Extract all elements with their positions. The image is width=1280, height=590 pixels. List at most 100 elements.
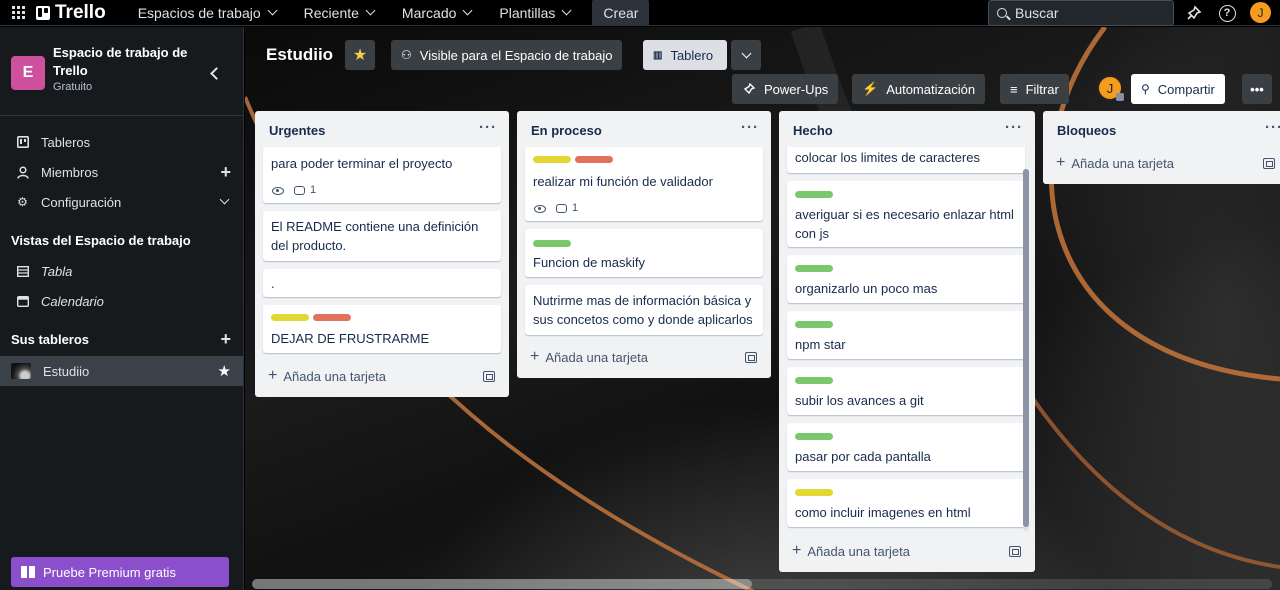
add-board-icon[interactable]: + — [220, 330, 231, 348]
workspace-badge[interactable]: E — [11, 56, 45, 90]
rocket-icon — [743, 82, 756, 95]
list-menu-icon[interactable]: ··· — [741, 119, 759, 136]
chevron-down-icon[interactable] — [219, 194, 230, 205]
board-horizontal-scrollbar[interactable] — [252, 579, 1272, 589]
nav-label: Marcado — [401, 4, 457, 21]
chevron-down-icon — [561, 5, 572, 16]
card[interactable]: organizarlo un poco mas — [787, 255, 1025, 303]
card[interactable]: DEJAR DE FRUSTRARME — [263, 305, 501, 353]
scrollbar-thumb[interactable] — [1023, 169, 1029, 527]
card[interactable]: como incluir imagenes en html — [787, 479, 1025, 527]
sidebar-item-members[interactable]: Miembros + — [0, 157, 243, 187]
card-title: como incluir imagenes en html — [795, 505, 971, 520]
card[interactable]: . — [263, 269, 501, 297]
board-view-tab[interactable]: ▥ Tablero — [643, 40, 727, 70]
sidebar-item-table[interactable]: Tabla — [0, 256, 243, 286]
sidebar-board-estudiio[interactable]: Estudiio ★ — [0, 356, 243, 386]
search-icon — [997, 8, 1007, 18]
power-ups-button[interactable]: Power-Ups — [732, 74, 839, 104]
workspace-plan: Gratuito — [53, 81, 93, 93]
premium-trial-button[interactable]: Pruebe Premium gratis — [11, 557, 229, 587]
workspace-name[interactable]: Espacio de trabajo de Trello — [53, 44, 193, 80]
add-card-label: Añada una tarjeta — [545, 349, 648, 365]
card-title: realizar mi función de validador — [533, 174, 713, 189]
user-avatar[interactable]: J — [1250, 2, 1271, 23]
card[interactable]: averiguar si es necesario enlazar html c… — [787, 181, 1025, 247]
help-icon[interactable]: ? — [1217, 3, 1237, 23]
label-green[interactable] — [795, 321, 833, 328]
card[interactable]: subir los avances a git — [787, 367, 1025, 415]
add-card-button[interactable]: + Añada una tarjeta — [792, 542, 910, 560]
star-board-button[interactable]: ★ — [345, 40, 375, 70]
add-card-button[interactable]: + Añada una tarjeta — [1056, 154, 1174, 172]
card[interactable]: Funcion de maskify — [525, 229, 763, 277]
scrollbar-thumb[interactable] — [252, 579, 752, 589]
trello-logo-icon — [36, 5, 50, 20]
add-card-button[interactable]: + Añada una tarjeta — [530, 348, 648, 366]
automation-button[interactable]: ⚡ Automatización — [852, 74, 986, 104]
label-red[interactable] — [575, 156, 613, 163]
list-menu-icon[interactable]: ··· — [1005, 119, 1023, 136]
share-button[interactable]: ⚲ Compartir — [1131, 74, 1225, 104]
board-icon — [16, 136, 29, 149]
label-yellow[interactable] — [795, 489, 833, 496]
card-title: . — [271, 276, 275, 291]
list-title[interactable]: Hecho — [793, 123, 833, 138]
sidebar-item-label: Calendario — [41, 293, 104, 309]
list-title[interactable]: En proceso — [531, 123, 602, 138]
person-icon — [16, 165, 29, 179]
sidebar-item-label: Estudiio — [43, 363, 90, 379]
card[interactable]: colocar los limites de caracteres — [787, 147, 1025, 173]
sidebar-item-calendar[interactable]: Calendario — [0, 286, 243, 316]
list-menu-icon[interactable]: ··· — [1265, 119, 1280, 136]
sidebar-item-label: Configuración — [41, 194, 122, 210]
board-member-avatar[interactable]: J — [1097, 75, 1124, 101]
card[interactable]: npm star — [787, 311, 1025, 359]
list-cards-scroll[interactable]: colocar los limites de caracteres averig… — [779, 147, 1035, 537]
views-dropdown-button[interactable] — [731, 40, 761, 70]
label-green[interactable] — [795, 433, 833, 440]
card-template-icon[interactable] — [1263, 158, 1275, 169]
card-template-icon[interactable] — [745, 352, 757, 363]
add-member-icon[interactable]: + — [220, 163, 231, 181]
trello-logo[interactable]: Trello — [36, 2, 106, 24]
nav-templates[interactable]: Plantillas — [485, 0, 584, 26]
notifications-icon[interactable] — [1184, 3, 1204, 23]
search-input[interactable]: Buscar — [988, 0, 1174, 26]
nav-starred[interactable]: Marcado — [388, 0, 485, 26]
list-scrollbar[interactable] — [1023, 169, 1029, 531]
label-green[interactable] — [533, 240, 571, 247]
board-title[interactable]: Estudiio — [266, 45, 333, 65]
label-yellow[interactable] — [271, 314, 309, 321]
card-template-icon[interactable] — [483, 371, 495, 382]
plus-icon: + — [530, 348, 540, 365]
label-green[interactable] — [795, 377, 833, 384]
list-menu-icon[interactable]: ··· — [479, 119, 497, 136]
comment-count: 1 — [310, 184, 317, 196]
create-button[interactable]: Crear — [592, 0, 650, 26]
sidebar-item-settings[interactable]: ⚙ Configuración — [0, 187, 243, 217]
sidebar-item-boards[interactable]: Tableros — [0, 127, 243, 157]
label-yellow[interactable] — [533, 156, 571, 163]
list-title[interactable]: Urgentes — [269, 123, 325, 138]
app-switcher-icon[interactable] — [0, 0, 36, 26]
card[interactable]: realizar mi función de validador 1 — [525, 147, 763, 221]
board-menu-button[interactable]: ••• — [1242, 74, 1272, 104]
visibility-button[interactable]: ⚇ Visible para el Espacio de trabajo — [391, 40, 623, 70]
card[interactable]: para poder terminar el proyecto 1 — [263, 147, 501, 203]
card-template-icon[interactable] — [1009, 546, 1021, 557]
star-icon[interactable]: ★ — [218, 362, 231, 380]
nav-workspaces[interactable]: Espacios de trabajo — [124, 0, 290, 26]
card[interactable]: pasar por cada pantalla — [787, 423, 1025, 471]
card-labels — [533, 156, 613, 163]
card[interactable]: El README contiene una definición del pr… — [263, 211, 501, 261]
list-hecho: Hecho ··· colocar los limites de caracte… — [779, 111, 1035, 572]
label-green[interactable] — [795, 265, 833, 272]
add-card-button[interactable]: + Añada una tarjeta — [268, 367, 386, 385]
label-green[interactable] — [795, 191, 833, 198]
card[interactable]: Nutrirme mas de información básica y sus… — [525, 285, 763, 335]
list-title[interactable]: Bloqueos — [1057, 123, 1116, 138]
nav-recent[interactable]: Reciente — [290, 0, 388, 26]
label-red[interactable] — [313, 314, 351, 321]
filter-button[interactable]: ≡ Filtrar — [1000, 74, 1069, 104]
